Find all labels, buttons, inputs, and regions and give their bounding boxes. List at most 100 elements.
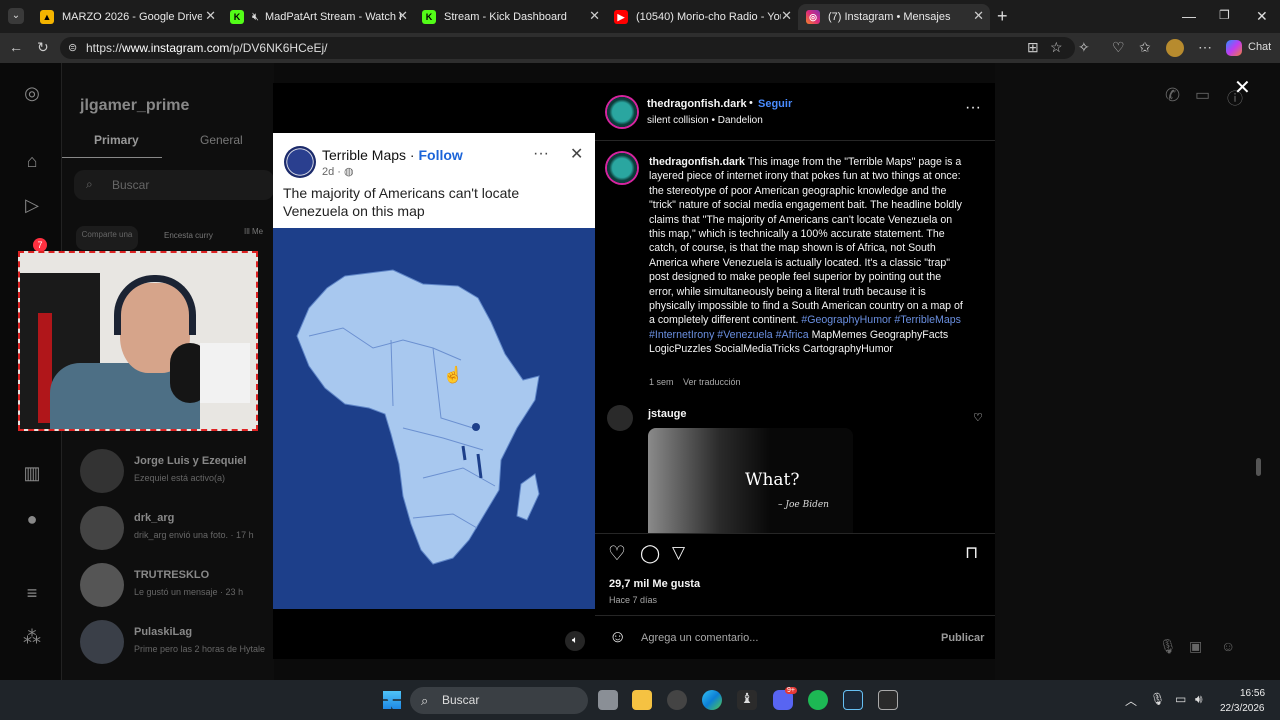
tray-overflow-icon[interactable]: ︿ xyxy=(1125,692,1137,709)
likes-count[interactable]: 29,7 mil Me gusta xyxy=(609,578,700,590)
restore-icon[interactable]: ❐ xyxy=(1219,8,1230,22)
more-options-icon[interactable]: ⋯ xyxy=(1198,39,1212,56)
menu-icon[interactable]: ≡ xyxy=(20,583,44,607)
game-app-icon[interactable] xyxy=(667,690,687,710)
tab-instagram-active[interactable]: ◎ (7) Instagram • Mensajes ✕ xyxy=(798,4,990,30)
favorite-star-icon[interactable]: ☆ xyxy=(1050,39,1063,56)
clock-date[interactable]: 22/3/2026 xyxy=(1220,703,1265,714)
video-call-icon[interactable]: ▭ xyxy=(1195,85,1210,105)
chess-app-icon[interactable]: ♝ xyxy=(737,690,757,710)
chat-label[interactable]: Chat xyxy=(1248,41,1271,53)
author-avatar-caption[interactable] xyxy=(607,153,637,183)
volume-icon[interactable]: 🔊︎ xyxy=(1195,692,1203,707)
share-icon[interactable]: ▽ xyxy=(672,543,685,563)
close-tab-icon[interactable]: ✕ xyxy=(205,8,216,24)
conversation-row[interactable]: TRUTRESKLO Le gustó un mensaje · 23 h xyxy=(80,557,270,613)
close-tab-icon[interactable]: ✕ xyxy=(973,8,984,24)
instagram-logo-icon[interactable]: ◎ xyxy=(20,83,44,107)
commenter-name[interactable]: jstauge xyxy=(648,408,687,420)
tab-youtube[interactable]: ▶ (10540) Morio-cho Radio - YouTub ✕ xyxy=(606,4,798,30)
window-close-icon[interactable]: ✕ xyxy=(1256,8,1268,25)
note-bubble[interactable]: Comparte una xyxy=(76,226,138,250)
comment-icon[interactable]: ◯ xyxy=(640,543,660,564)
close-tab-icon[interactable]: ✕ xyxy=(589,8,600,24)
minimize-icon[interactable]: — xyxy=(1182,8,1196,24)
also-from-meta-icon[interactable]: ⁂ xyxy=(20,627,44,651)
save-icon[interactable]: ⊓ xyxy=(965,543,978,563)
emoji-icon[interactable]: ☺ xyxy=(609,627,626,647)
clock-time[interactable]: 16:56 xyxy=(1240,688,1265,699)
microphone-icon[interactable]: 🎙︎ xyxy=(1159,638,1177,655)
conversation-row[interactable]: Jorge Luis y Ezequiel Ezequiel está acti… xyxy=(80,443,270,499)
avatar xyxy=(80,563,124,607)
back-icon[interactable]: ← xyxy=(9,39,23,55)
muted-speaker-icon[interactable]: 🔇︎ xyxy=(252,11,259,24)
spotify-icon[interactable] xyxy=(808,690,828,710)
note-bubble[interactable]: Encesta curry xyxy=(164,231,213,240)
translate-link[interactable]: Ver traducción xyxy=(683,377,741,387)
close-modal-icon[interactable]: ✕ xyxy=(1234,75,1251,100)
profile-icon[interactable]: ● xyxy=(20,509,44,533)
like-icon[interactable]: ♡ xyxy=(608,541,626,566)
browser-essentials-icon[interactable]: ♡ xyxy=(1112,39,1125,56)
scrollbar[interactable] xyxy=(1256,458,1261,476)
audio-track[interactable]: silent collision • Dandelion xyxy=(647,115,763,126)
publish-button[interactable]: Publicar xyxy=(941,632,984,644)
tab-primary[interactable]: Primary xyxy=(94,133,139,147)
tab-google-drive[interactable]: ▲ MARZO 2026 - Google Drive ✕ xyxy=(32,4,222,30)
gallery-icon[interactable]: ▣ xyxy=(1189,638,1202,655)
mute-toggle-icon[interactable]: 🔈︎ xyxy=(565,631,585,651)
divider xyxy=(595,140,995,141)
close-tab-icon[interactable]: ✕ xyxy=(781,8,792,24)
network-icon[interactable]: ▭ xyxy=(1175,692,1186,706)
steam-icon[interactable] xyxy=(843,690,863,710)
tab-actions-menu-icon[interactable]: ⌄ xyxy=(8,8,24,24)
comment-like-icon[interactable]: ♡ xyxy=(973,411,983,424)
url-path: /p/DV6NK6HCeEj/ xyxy=(229,41,328,55)
copilot-icon[interactable] xyxy=(1226,40,1242,56)
insights-icon[interactable]: ▥ xyxy=(20,463,44,487)
author-name[interactable]: thedragonfish.dark xyxy=(647,98,747,110)
conversation-preview: drik_arg envió una foto. · 17 h xyxy=(134,530,254,540)
close-tab-icon[interactable]: ✕ xyxy=(397,8,408,24)
caption-author[interactable]: thedragonfish.dark xyxy=(649,156,745,168)
tab-title: MARZO 2026 - Google Drive xyxy=(62,11,202,23)
sticker-icon[interactable]: ☺ xyxy=(1221,638,1235,654)
fb-page-name: Terrible Maps xyxy=(322,147,407,163)
site-info-icon[interactable]: ⊜ xyxy=(68,37,77,59)
comment-input[interactable]: Agrega un comentario... xyxy=(641,632,758,644)
conversation-row[interactable]: drk_arg drik_arg envió una foto. · 17 h xyxy=(80,500,270,556)
new-tab-icon[interactable]: + xyxy=(997,6,1008,27)
taskbar-search-label: Buscar xyxy=(442,693,480,707)
app-available-icon[interactable]: ⊞ xyxy=(1027,39,1039,56)
extensions-icon[interactable]: ✧ xyxy=(1078,39,1090,56)
reels-icon[interactable]: ▷ xyxy=(20,195,44,219)
author-avatar[interactable] xyxy=(607,97,637,127)
tab-kick-dashboard[interactable]: K Stream - Kick Dashboard ✕ xyxy=(414,4,606,30)
profile-avatar[interactable] xyxy=(1166,39,1184,57)
file-explorer-icon[interactable] xyxy=(632,690,652,710)
taskbar-search[interactable]: ⌕ Buscar xyxy=(410,687,588,714)
address-bar[interactable]: ⊜ https://www.instagram.com/p/DV6NK6HCeE… xyxy=(60,37,1075,59)
inbox-username[interactable]: jlgamer_prime xyxy=(80,97,189,115)
comment-image[interactable]: What? – Joe Biden xyxy=(648,428,853,533)
more-options-icon[interactable]: ··· xyxy=(965,99,981,117)
task-view-icon[interactable] xyxy=(598,690,618,710)
tab-madpatart-stream[interactable]: K 🔇︎ MadPatArt Stream - Watch Li ✕ xyxy=(222,4,414,30)
epic-games-icon[interactable] xyxy=(878,690,898,710)
instagram-page: ◎ ⌂ ▷ 7 ▥ ● ≡ ⁂ jlgamer_prime Primary Ge… xyxy=(0,63,1280,680)
note-bubble[interactable]: Ill Me xyxy=(244,227,263,236)
conversation-row[interactable]: PulaskiLag Prime pero las 2 horas de Hyt… xyxy=(80,614,270,670)
refresh-icon[interactable]: ↻ xyxy=(37,39,49,56)
tray-mic-icon[interactable]: 🎙︎ xyxy=(1150,692,1165,706)
commenter-avatar[interactable] xyxy=(607,405,633,431)
windows-start-icon[interactable] xyxy=(383,691,401,709)
tab-general[interactable]: General xyxy=(200,133,243,147)
search-input[interactable]: ⌕ Buscar xyxy=(74,170,274,200)
follow-button[interactable]: Seguir xyxy=(758,98,792,110)
favorites-icon[interactable]: ✩ xyxy=(1139,39,1151,56)
home-icon[interactable]: ⌂ xyxy=(20,151,44,175)
edge-icon[interactable] xyxy=(702,690,722,710)
conversation-name: PulaskiLag xyxy=(134,626,193,638)
phone-icon[interactable]: ✆ xyxy=(1165,85,1180,106)
